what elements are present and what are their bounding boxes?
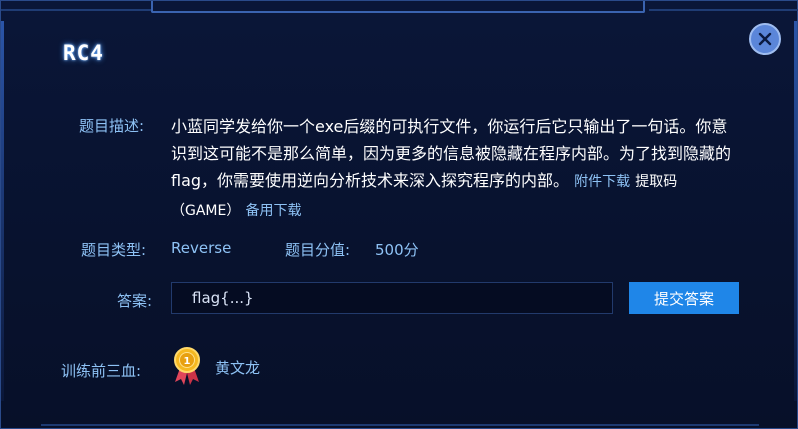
- challenge-modal: RC4 题目描述: 小蓝同学发给你一个exe后缀的可执行文件，你运行后它只输出了…: [0, 0, 798, 429]
- top-frame-decoration: [1, 1, 798, 23]
- close-button[interactable]: [749, 23, 781, 55]
- gold-medal-icon: 1: [174, 347, 200, 385]
- type-value: Reverse: [171, 239, 232, 257]
- left-border-glow: [1, 21, 4, 401]
- description-label: 题目描述:: [79, 117, 145, 135]
- backup-download-link[interactable]: 备用下载: [245, 203, 301, 219]
- bottom-border: [41, 424, 759, 426]
- svg-text:1: 1: [184, 356, 191, 367]
- first-blood-label: 训练前三血:: [61, 362, 142, 380]
- answer-label: 答案:: [117, 292, 153, 310]
- first-blood-name: 黄文龙: [215, 359, 261, 377]
- score-label: 题目分值:: [285, 241, 351, 259]
- right-border-glow: [794, 21, 797, 401]
- close-icon: [758, 32, 772, 46]
- description-text: 小蓝同学发给你一个exe后缀的可执行文件，你运行后它只输出了一句话。你意识到这可…: [171, 113, 741, 225]
- attachment-download-link[interactable]: 附件下载: [574, 174, 630, 190]
- type-label: 题目类型:: [81, 241, 147, 259]
- challenge-title: RC4: [63, 41, 104, 65]
- submit-answer-button[interactable]: 提交答案: [629, 282, 739, 314]
- answer-input[interactable]: [171, 282, 613, 314]
- score-value: 500分: [375, 241, 419, 259]
